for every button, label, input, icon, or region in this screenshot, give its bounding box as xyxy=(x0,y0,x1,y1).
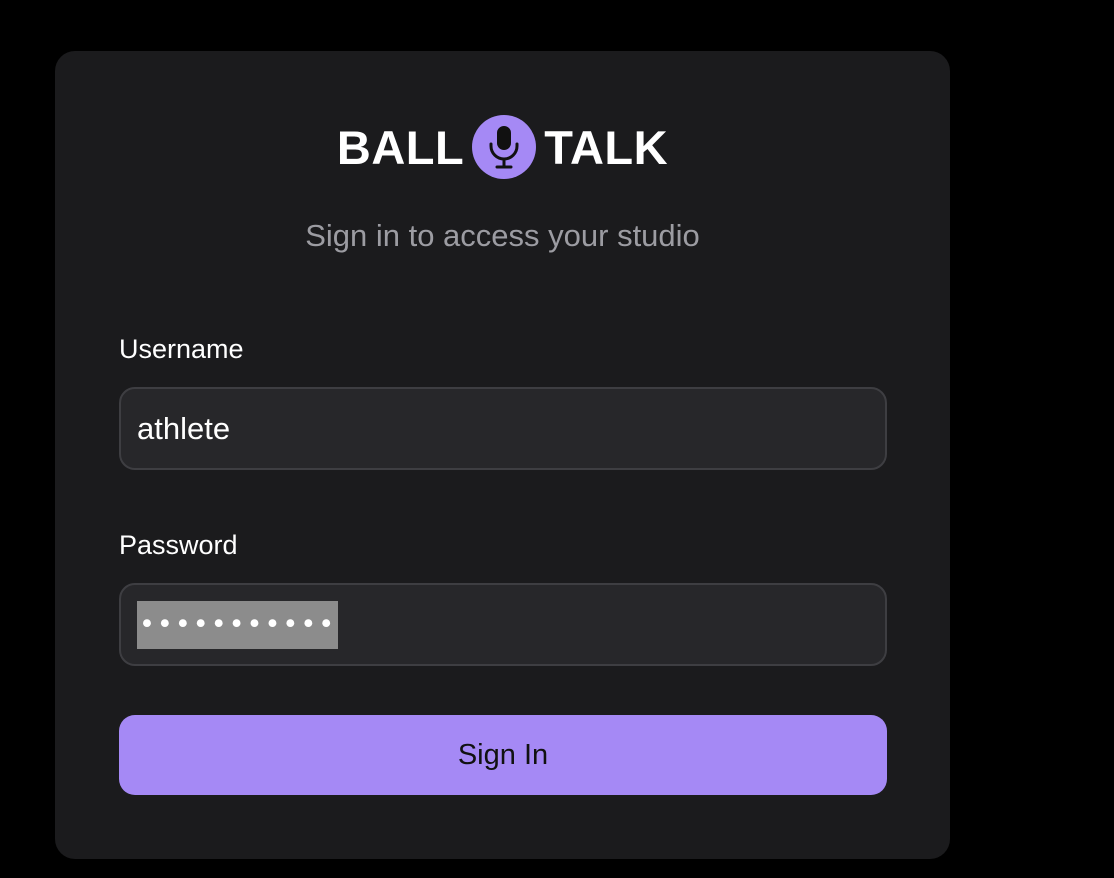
brand-word-right: TALK xyxy=(544,120,669,174)
sign-in-button[interactable]: Sign In xyxy=(119,715,887,795)
microphone-icon xyxy=(472,115,537,179)
password-selected-value: ••••••••••• xyxy=(137,600,339,649)
brand-word-left: BALL xyxy=(336,120,465,174)
password-label: Password xyxy=(119,530,238,560)
username-label: Username xyxy=(119,334,244,364)
page-subtitle: Sign in to access your studio xyxy=(305,218,700,253)
password-field[interactable]: ••••••••••• xyxy=(119,583,887,666)
brand-logo: BALL TALK xyxy=(55,115,950,179)
username-value: athlete xyxy=(137,411,231,446)
username-field[interactable]: athlete xyxy=(119,387,887,470)
login-card: BALL TALK Sign in to access your studio … xyxy=(55,51,950,859)
